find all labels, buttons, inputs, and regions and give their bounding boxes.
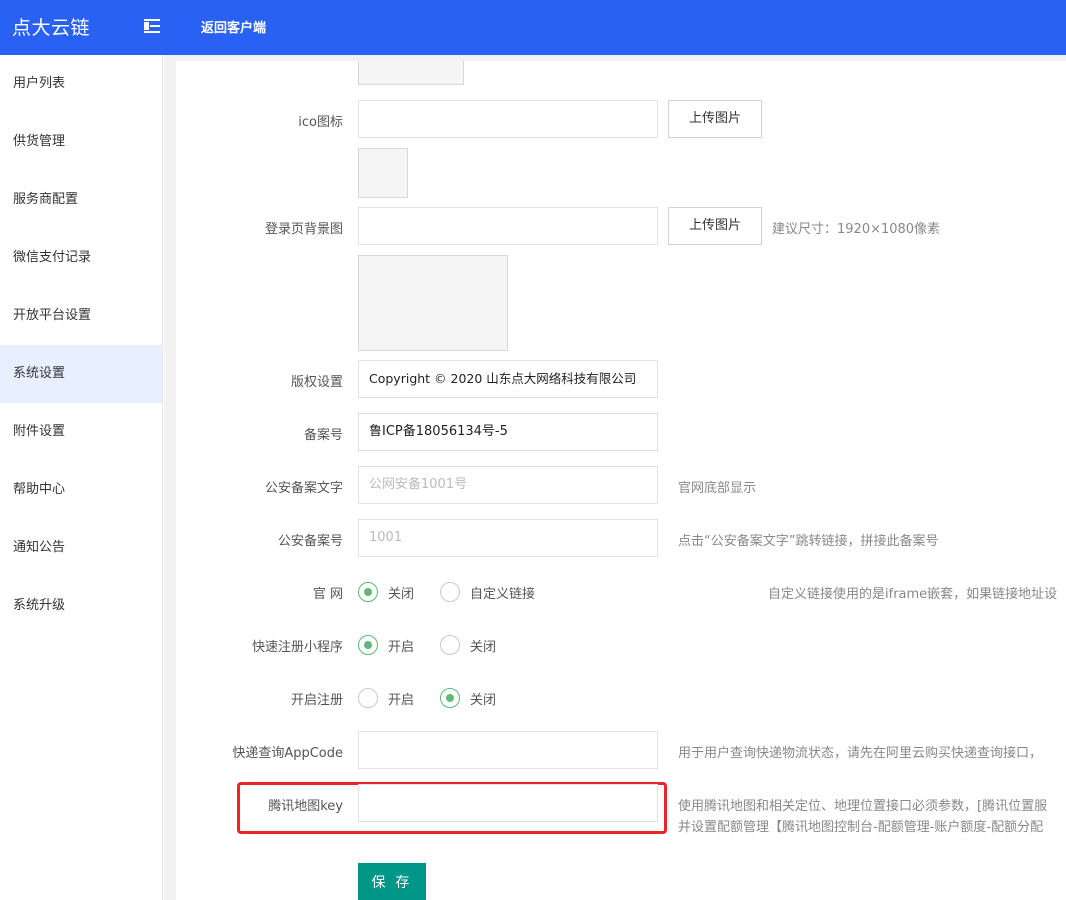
sidebar-item-help-center[interactable]: 帮助中心 [0,461,162,519]
icp-label: 备案号 [303,428,343,443]
website-label: 官 网 [312,587,343,602]
sidebar-item-wechat-pay-records[interactable]: 微信支付记录 [0,229,162,287]
tencent-map-key-hint-line2: 并设置配额管理【腾讯地图控制台-配额管理-账户额度-配额分配 [678,820,1044,835]
website-hint: 自定义链接使用的是iframe嵌套，如果链接地址设 [768,587,1058,602]
sidebar-item-notices[interactable]: 通知公告 [0,519,162,577]
police-text-hint: 官网底部显示 [678,481,757,496]
login-bg-input[interactable] [358,207,658,245]
sidebar-item-user-list[interactable]: 用户列表 [0,55,162,113]
tencent-map-key-label: 腾讯地图key [268,799,343,814]
sidebar-item-system-upgrade[interactable]: 系统升级 [0,577,162,635]
sidebar-item-attachment-settings[interactable]: 附件设置 [0,403,162,461]
express-appcode-input[interactable] [358,731,658,769]
copyright-input[interactable]: Copyright © 2020 山东点大网络科技有限公司 [358,360,658,398]
radio-checked-icon [358,582,378,602]
radio-label: 关闭 [470,693,497,708]
login-bg-label: 登录页背景图 [264,222,343,237]
tencent-map-key-hint-line1: 使用腾讯地图和相关定位、地理位置接口必须参数，[腾讯位置服 [678,799,1048,814]
open-register-radio-group: 开启 关闭 [358,688,558,708]
radio-unchecked-icon [358,688,378,708]
ico-preview-image [358,148,408,198]
radio-label: 开启 [388,693,415,708]
website-radio-group: 关闭 自定义链接 [358,582,558,602]
content-gutter [164,55,176,900]
express-appcode-hint: 用于用户查询快递物流状态，请先在阿里云购买快递查询接口， [678,746,1043,761]
ico-input[interactable] [358,100,658,138]
login-bg-preview-image [358,255,508,351]
police-no-label: 公安备案号 [277,534,343,549]
logo-preview-image [358,61,464,85]
radio-checked-icon [358,635,378,655]
express-appcode-label: 快递查询AppCode [232,746,343,761]
tencent-map-key-input[interactable] [358,784,658,822]
save-button[interactable]: 保 存 [358,863,426,900]
icp-input[interactable]: 鲁ICP备18056134号-5 [358,413,658,451]
police-no-input[interactable]: 1001 [358,519,658,557]
radio-checked-icon [440,688,460,708]
sidebar-item-system-settings[interactable]: 系统设置 [0,345,162,403]
radio-label: 开启 [388,640,415,655]
ico-label: ico图标 [298,115,343,130]
radio-unchecked-icon [440,582,460,602]
radio-label: 自定义链接 [470,587,536,602]
copyright-label: 版权设置 [290,375,343,390]
top-bar: 点大云链 返回客户端 [0,0,1066,55]
open-register-label: 开启注册 [290,693,343,708]
police-text-input[interactable]: 公网安备1001号 [358,466,658,504]
brand-logo-text[interactable]: 点大云链 [12,13,90,40]
radio-label: 关闭 [388,587,415,602]
ico-upload-button[interactable]: 上传图片 [668,100,762,138]
settings-form[interactable]: ico图标 上传图片 登录页背景图 上传图片 建议尺寸：1920×1080像素 … [176,55,1066,900]
sidebar-item-supply[interactable]: 供货管理 [0,113,162,171]
police-text-label: 公安备案文字 [264,481,343,496]
quick-register-label: 快速注册小程序 [251,640,343,655]
login-bg-upload-button[interactable]: 上传图片 [668,207,762,245]
police-no-hint: 点击“公安备案文字”跳转链接，拼接此备案号 [678,534,939,549]
radio-unchecked-icon [440,635,460,655]
login-bg-hint: 建议尺寸：1920×1080像素 [772,222,941,237]
sidebar-item-provider-config[interactable]: 服务商配置 [0,171,162,229]
back-to-client-link[interactable]: 返回客户端 [201,17,266,36]
radio-label: 关闭 [470,640,497,655]
quick-register-radio-group: 开启 关闭 [358,635,558,655]
sidebar-item-open-platform[interactable]: 开放平台设置 [0,287,162,345]
sidebar: 用户列表 供货管理 服务商配置 微信支付记录 开放平台设置 系统设置 附件设置 … [0,55,163,900]
indent-icon[interactable] [144,18,162,34]
